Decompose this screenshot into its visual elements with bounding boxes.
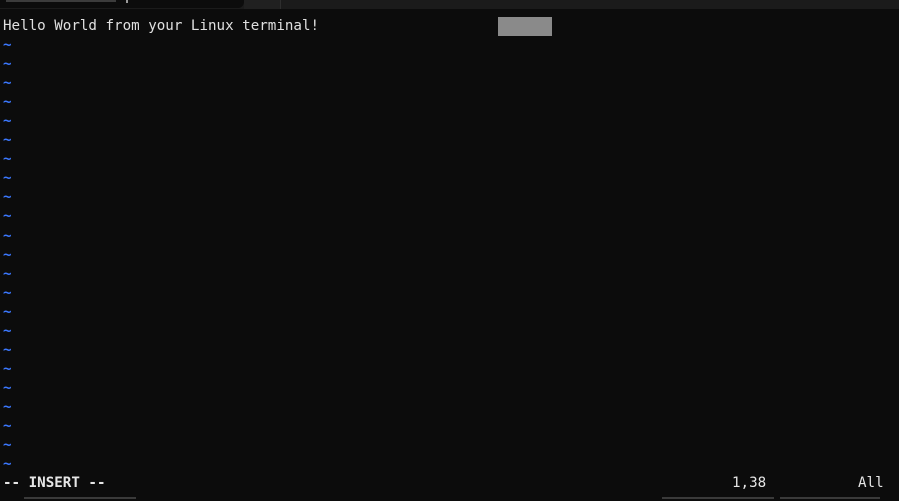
- scroll-indicator: All: [858, 475, 884, 491]
- status-line: -- INSERT -- 1,38 All: [0, 473, 899, 493]
- empty-line-tilde: ~: [3, 303, 12, 320]
- empty-line-tilde: ~: [3, 227, 12, 244]
- empty-line-tilde: ~: [3, 94, 12, 111]
- bottom-edge-segment: [780, 497, 880, 499]
- terminal-window[interactable]: Hello World from your Linux terminal! ~ ~…: [0, 0, 899, 501]
- tab-strip: [0, 0, 899, 9]
- empty-line-tilde: ~: [3, 265, 12, 282]
- empty-line-tilde: ~: [3, 456, 12, 473]
- empty-line-tilde: ~: [3, 37, 12, 53]
- empty-line-tilde: ~: [3, 437, 12, 454]
- empty-line-tilde: ~: [3, 208, 12, 225]
- empty-line-tilde: ~: [3, 113, 12, 130]
- tab-divider: [280, 0, 281, 9]
- empty-line-tilde: ~: [3, 284, 12, 301]
- empty-line-tilde: ~: [3, 170, 12, 187]
- empty-line-tilde: ~: [3, 132, 12, 149]
- empty-line-tilde: ~: [3, 151, 12, 168]
- empty-line-tilde: ~: [3, 418, 12, 434]
- bottom-edge-segment: [662, 497, 774, 499]
- text-cursor: [498, 17, 552, 36]
- empty-line-tilde: ~: [3, 322, 12, 339]
- buffer-line-1[interactable]: Hello World from your Linux terminal!: [3, 17, 319, 36]
- bottom-edge-segment: [24, 497, 136, 499]
- mode-indicator: -- INSERT --: [3, 475, 106, 491]
- tab-top-edge: [6, 0, 116, 2]
- empty-line-tilde: ~: [3, 189, 12, 206]
- bottom-edge: [0, 497, 899, 501]
- new-tab-button[interactable]: [244, 0, 280, 9]
- empty-line-tilde: ~: [3, 398, 12, 415]
- empty-line-tilde: ~: [3, 75, 12, 92]
- empty-line-tilde: ~: [3, 341, 12, 358]
- empty-line-tilde: ~: [3, 360, 12, 377]
- empty-line-tilde: ~: [3, 56, 12, 73]
- empty-line-tilde: ~: [3, 379, 12, 396]
- tab-active[interactable]: [0, 0, 244, 8]
- cursor-position: 1,38: [732, 475, 767, 491]
- tab-marker: [126, 0, 128, 3]
- empty-line-tilde: ~: [3, 246, 12, 263]
